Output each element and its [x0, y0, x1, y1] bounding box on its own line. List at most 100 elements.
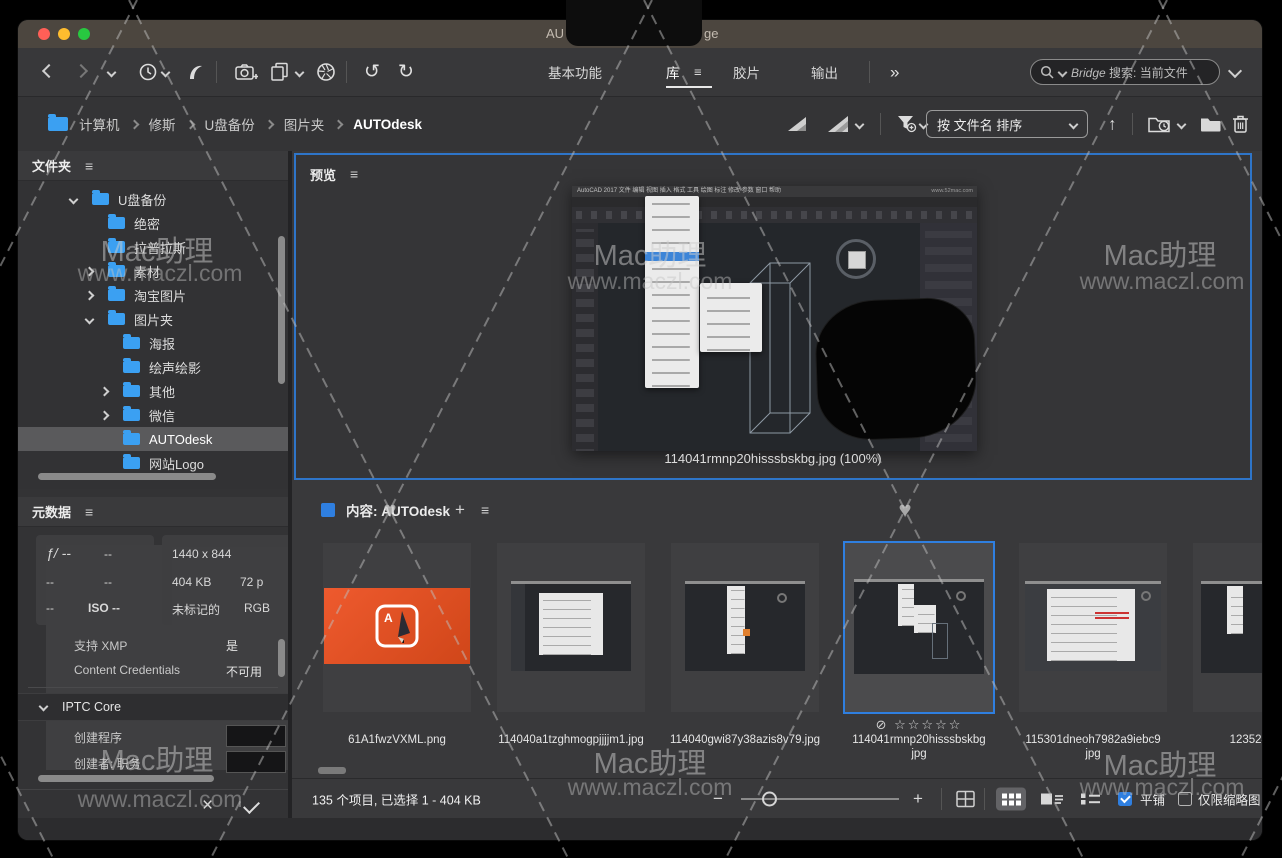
creator-job-field[interactable]: [226, 751, 286, 773]
thumbnail-image[interactable]: [685, 581, 805, 671]
tab-libraries[interactable]: 库: [666, 62, 680, 82]
tree-item[interactable]: 淘宝图片: [18, 283, 288, 307]
folders-vertical-scrollbar[interactable]: [278, 236, 285, 384]
thumbnail-cell[interactable]: [1019, 543, 1167, 712]
thumbnail-cell[interactable]: A: [323, 543, 471, 712]
tree-item[interactable]: 绘声绘影: [18, 355, 288, 379]
content-horizontal-scrollbar[interactable]: [318, 767, 346, 774]
lock-grid-icon[interactable]: [956, 791, 975, 808]
tree-item[interactable]: 微信: [18, 403, 288, 427]
preview-panel-header[interactable]: 预览 ≡: [296, 159, 1250, 189]
tree-item-pictures[interactable]: 图片夹: [18, 307, 288, 331]
thumbnail-image[interactable]: [1025, 581, 1161, 671]
view-as-list-button[interactable]: [1080, 793, 1101, 806]
boomerang-icon[interactable]: [186, 62, 204, 82]
breadcrumb-usb[interactable]: U盘备份: [205, 114, 255, 134]
thumbnail-cell[interactable]: [1193, 543, 1262, 712]
tree-item[interactable]: 拉普拉斯: [18, 235, 288, 259]
zoom-slider-handle[interactable]: [762, 792, 777, 807]
rotate-left-icon[interactable]: ↺: [364, 63, 380, 82]
new-folder-icon[interactable]: [1200, 116, 1221, 133]
tab-filmstrip[interactable]: 胶片: [733, 62, 760, 82]
history-icon[interactable]: [138, 62, 158, 82]
folders-panel-menu-icon[interactable]: ≡: [85, 158, 93, 174]
thumbnail-cell[interactable]: [671, 543, 819, 712]
tile-label: 平铺: [1140, 790, 1165, 809]
thumbnail-cell[interactable]: [497, 543, 645, 712]
tree-item[interactable]: 绝密: [18, 211, 288, 235]
minimize-window-button[interactable]: [58, 28, 70, 40]
quality-dropdown-icon[interactable]: [856, 115, 863, 133]
breadcrumb-user[interactable]: 修斯: [149, 114, 176, 134]
thumbnails-only-checkbox[interactable]: [1178, 792, 1192, 806]
forward-icon[interactable]: [76, 63, 86, 81]
sort-label: 按 文件名 排序: [937, 115, 1022, 134]
view-as-thumbnails-button[interactable]: [996, 788, 1026, 811]
zoom-in-icon[interactable]: +: [913, 789, 923, 809]
search-input[interactable]: Bridge 搜索: 当前文件: [1030, 59, 1220, 85]
metadata-panel-menu-icon[interactable]: ≡: [85, 504, 93, 520]
xmp-label: 支持 XMP: [74, 637, 127, 654]
tree-item[interactable]: 其他: [18, 379, 288, 403]
folders-panel-header[interactable]: 文件夹 ≡: [18, 151, 288, 181]
metadata-panel-header[interactable]: 元数据 ≡: [18, 497, 288, 527]
open-recent-dropdown-icon[interactable]: [1178, 115, 1185, 133]
thumbnail-cell-selected[interactable]: [843, 541, 995, 714]
preview-caption: 114041rmnp20hisssbskbg.jpg (100%): [296, 451, 1250, 466]
breadcrumb-current[interactable]: AUTOdesk: [353, 117, 422, 132]
thumbnail-image[interactable]: [511, 581, 631, 671]
tree-item-autodesk-selected[interactable]: AUTOdesk: [18, 427, 288, 451]
search-options-chevron-icon[interactable]: [1230, 63, 1240, 81]
back-icon[interactable]: [44, 63, 54, 81]
thumbnail-quality-icon[interactable]: [786, 116, 808, 132]
tree-item-usb[interactable]: U盘备份: [18, 187, 288, 211]
view-as-details-button[interactable]: [1040, 792, 1064, 807]
copy-files-dropdown-icon[interactable]: [296, 63, 303, 81]
tree-item[interactable]: 网站Logo: [18, 451, 288, 475]
sort-select[interactable]: 按 文件名 排序: [926, 110, 1088, 138]
acad-menu-highlight: [645, 252, 699, 261]
sort-direction-icon[interactable]: ↑: [1108, 116, 1117, 133]
metadata-vertical-scrollbar[interactable]: [278, 639, 285, 677]
rotate-right-icon[interactable]: ↻: [398, 63, 414, 82]
decor: [956, 591, 966, 601]
metadata-cancel-icon[interactable]: ×: [202, 795, 213, 817]
trash-icon[interactable]: [1232, 115, 1249, 134]
tab-libraries-menu-icon[interactable]: ≡: [694, 65, 702, 80]
breadcrumb-pictures[interactable]: 图片夹: [284, 114, 325, 134]
tree-item[interactable]: 海报: [18, 331, 288, 355]
content-add-icon[interactable]: +: [455, 500, 465, 520]
folders-horizontal-scrollbar[interactable]: [38, 473, 216, 480]
get-photos-icon[interactable]: [234, 62, 258, 82]
filter-icon[interactable]: [896, 114, 918, 134]
tab-essentials[interactable]: 基本功能: [548, 62, 602, 82]
search-scope-chevron-icon[interactable]: [1058, 67, 1068, 77]
iptc-core-section[interactable]: IPTC Core: [18, 693, 288, 721]
metadata-apply-icon[interactable]: [243, 797, 260, 814]
close-window-button[interactable]: [38, 28, 50, 40]
content-panel-menu-icon[interactable]: ≡: [481, 502, 489, 518]
open-recent-icon[interactable]: [1148, 115, 1173, 134]
rating-stars[interactable]: ⊘ ☆☆☆☆☆: [845, 717, 993, 733]
preview-image[interactable]: AutoCAD 2017 文件 编辑 视图 插入 格式 工具 绘图 标注 修改 …: [572, 186, 977, 451]
preview-quality-icon[interactable]: [826, 115, 852, 133]
camera-notch: [566, 0, 702, 46]
copy-files-icon[interactable]: [270, 63, 290, 82]
breadcrumb-computer[interactable]: 计算机: [79, 114, 120, 134]
creator-tool-field[interactable]: [226, 725, 286, 747]
thumbnail-image[interactable]: [854, 579, 984, 674]
tile-checkbox[interactable]: [1118, 792, 1132, 806]
tree-item[interactable]: 素材: [18, 259, 288, 283]
workspace-overflow-icon[interactable]: »: [890, 64, 899, 81]
zoom-out-icon[interactable]: −: [713, 789, 723, 809]
history-dropdown-icon[interactable]: [162, 63, 169, 81]
metadata-horizontal-scrollbar[interactable]: [38, 775, 214, 782]
thumbnail-image[interactable]: A: [324, 588, 470, 664]
refine-icon[interactable]: [316, 62, 336, 82]
nav-dropdown-icon[interactable]: [108, 63, 115, 81]
tab-output[interactable]: 输出: [811, 62, 838, 82]
preview-panel-menu-icon[interactable]: ≡: [350, 166, 358, 182]
thumbnail-image[interactable]: [1201, 581, 1262, 673]
toolbar: ↺ ↻ 基本功能 库 ≡ 胶片 输出 » Bridge 搜索: 当前文件: [18, 48, 1262, 97]
zoom-window-button[interactable]: [78, 28, 90, 40]
